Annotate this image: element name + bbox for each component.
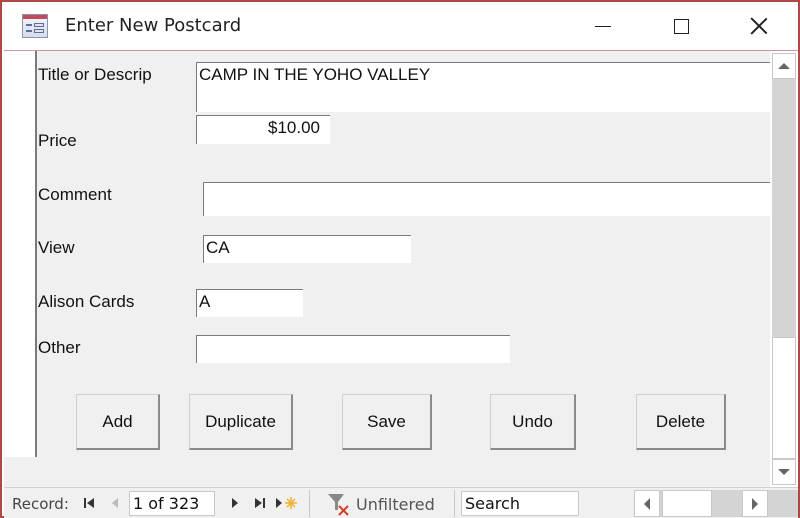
form-detail-section: Title or Descrip CAMP IN THE YOHO VALLEY… [4,51,770,457]
scroll-track[interactable] [772,79,796,337]
scroll-right-button[interactable] [742,490,768,517]
filter-toggle[interactable]: Unfiltered [326,492,435,516]
arrow-up-icon [778,63,790,69]
last-record-icon [255,498,265,508]
price-label: Price [38,131,77,150]
filter-status: Unfiltered [356,494,435,514]
scroll-left-button[interactable] [634,490,660,517]
first-record-icon [84,498,94,508]
minimize-button[interactable] [580,2,626,50]
vertical-scrollbar[interactable] [770,51,798,487]
first-record-button[interactable] [80,494,98,512]
next-record-button[interactable] [226,494,244,512]
access-form-window: Enter New Postcard Title or Descrip CAMP… [0,0,800,518]
maximize-button[interactable] [658,2,704,50]
previous-record-icon [112,498,118,508]
view-label: View [38,238,75,257]
close-button[interactable] [736,2,782,50]
add-button[interactable]: Add [76,394,160,450]
previous-record-button[interactable] [106,494,124,512]
save-button[interactable]: Save [342,394,432,450]
title-field[interactable]: CAMP IN THE YOHO VALLEY [196,62,770,112]
close-icon [750,17,768,35]
minimize-icon [595,25,611,27]
horizontal-scroll-thumb[interactable] [662,490,712,517]
window-title: Enter New Postcard [65,15,242,36]
delete-button[interactable]: Delete [636,394,726,450]
comment-field[interactable] [203,182,770,216]
arrow-down-icon [778,469,790,475]
title-bar: Enter New Postcard [2,2,798,50]
duplicate-button[interactable]: Duplicate [189,394,293,450]
filter-cleared-icon [328,494,349,516]
last-record-button[interactable] [251,494,269,512]
arrow-left-icon [644,497,650,510]
nav-divider [454,490,455,517]
new-record-button[interactable] [274,494,300,512]
next-record-icon [232,498,238,508]
current-record-field[interactable]: 1 of 323 [129,491,215,516]
price-field[interactable]: $10.00 [196,115,330,144]
scroll-up-button[interactable] [772,53,796,79]
title-label: Title or Descrip [38,65,152,84]
other-label: Other [38,338,81,357]
record-selector[interactable] [4,51,37,457]
scrollbar-corner [768,490,798,517]
search-input[interactable]: Search [461,491,579,516]
scroll-down-button[interactable] [772,459,796,485]
comment-label: Comment [38,185,112,204]
record-label: Record: [12,495,69,513]
undo-button[interactable]: Undo [490,394,576,450]
alison-cards-label: Alison Cards [38,292,135,311]
horizontal-scrollbar[interactable] [634,490,768,517]
scroll-thumb[interactable] [772,337,796,459]
maximize-icon [673,18,689,34]
form-icon [22,14,48,38]
other-field[interactable] [196,335,510,363]
arrow-right-icon [752,497,758,510]
nav-divider [309,490,310,517]
view-field[interactable]: CA [203,235,411,263]
new-record-icon [276,497,297,509]
record-navigation-bar: Record: 1 of 323 Unfiltered Search [4,487,798,518]
form-footer-gap [4,457,770,487]
alison-cards-field[interactable]: A [196,289,303,317]
